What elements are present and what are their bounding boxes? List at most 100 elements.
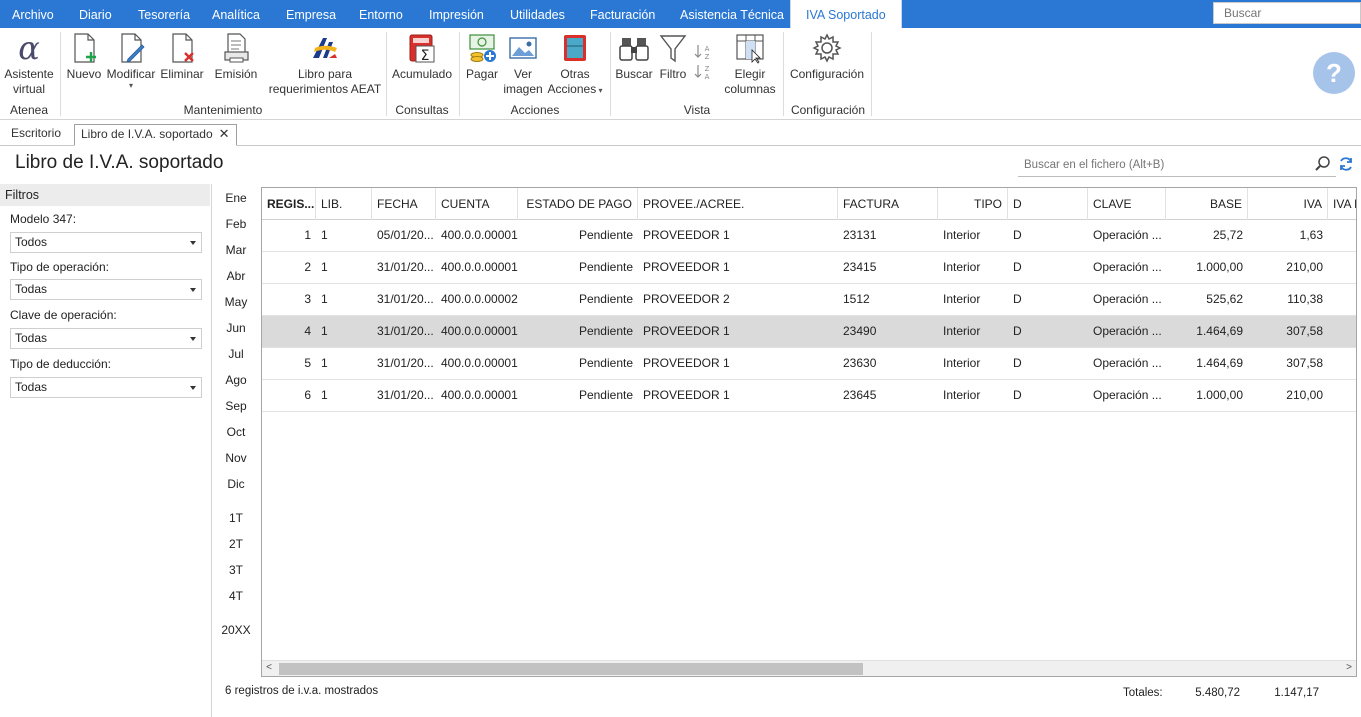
tipo-deduccion-select[interactable]: Todas <box>10 377 202 398</box>
column-header[interactable]: TIPO <box>938 188 1008 220</box>
menu-archivo[interactable]: Archivo <box>12 0 54 28</box>
totals-label: Totales: <box>1123 687 1163 699</box>
ver-imagen-label: Ver imagen <box>503 67 543 96</box>
table-cell: 3 <box>304 292 311 306</box>
buscar-button[interactable]: Buscar <box>614 32 654 82</box>
search-icon[interactable] <box>1314 155 1332 173</box>
column-header[interactable]: LIB. <box>316 188 372 220</box>
clave-operacion-select[interactable]: Todas <box>10 328 202 349</box>
column-header[interactable]: IVA D <box>1328 188 1356 220</box>
table-row[interactable]: 2 1 31/01/20... 400.0.0.00001 Pendiente PROVE… <box>262 252 1356 284</box>
top-search-input[interactable] <box>1213 2 1361 24</box>
refresh-icon[interactable] <box>1338 156 1354 172</box>
filtro-button[interactable]: Filtro <box>655 32 691 82</box>
tab-escritorio[interactable]: Escritorio <box>5 124 67 146</box>
tipo-operacion-select[interactable]: Todas <box>10 279 202 300</box>
document-tabs: Escritorio Libro de I.V.A. soportado ✕ <box>0 120 1361 146</box>
menu-facturacion[interactable]: Facturación <box>590 0 655 28</box>
horizontal-scrollbar[interactable]: < > <box>262 660 1356 676</box>
menu-tesoreria[interactable]: Tesorería <box>138 0 190 28</box>
otras-acciones-button[interactable]: Otras Acciones ▾ <box>545 32 605 98</box>
group-atenea-label: Atenea <box>9 103 49 117</box>
column-header[interactable]: FECHA <box>372 188 436 220</box>
records-status: 6 registros de i.v.a. mostrados <box>225 685 379 697</box>
filters-title: Filtros <box>0 184 210 206</box>
table-row[interactable]: 4 1 31/01/20... 400.0.0.00001 Pendiente PROVE… <box>262 316 1356 348</box>
scrollbar-thumb[interactable] <box>279 663 863 675</box>
scroll-right-icon[interactable]: > <box>1342 662 1356 673</box>
ver-imagen-button[interactable]: Ver imagen <box>502 32 544 97</box>
period-dic[interactable]: Dic <box>220 477 252 491</box>
table-cell: Pendiente <box>578 356 633 370</box>
table-cell: Interior <box>943 388 981 402</box>
column-header[interactable]: REGIS... <box>262 188 316 220</box>
table-row[interactable]: 5 1 31/01/20... 400.0.0.00001 Pendiente PROVE… <box>262 348 1356 380</box>
modelo-347-value: Todos <box>15 235 48 249</box>
table-cell: 1 <box>321 260 328 274</box>
period-jun[interactable]: Jun <box>220 321 252 335</box>
table-cell: Pendiente <box>578 324 633 338</box>
period-may[interactable]: May <box>220 295 252 309</box>
period-ago[interactable]: Ago <box>220 373 252 387</box>
period-abr[interactable]: Abr <box>220 269 252 283</box>
menu-asistencia-tecnica[interactable]: Asistencia Técnica <box>680 0 784 28</box>
table-cell: 210,00 <box>1286 388 1323 402</box>
acumulado-button[interactable]: Σ Acumulado <box>390 32 454 82</box>
tipo-deduccion-label: Tipo de deducción: <box>10 357 111 371</box>
period-year[interactable]: 20XX <box>220 623 252 637</box>
nuevo-button[interactable]: Nuevo <box>64 32 104 82</box>
menu-utilidades[interactable]: Utilidades <box>510 0 565 28</box>
configuracion-button[interactable]: Configuración <box>787 32 867 82</box>
column-header[interactable]: FACTURA <box>838 188 938 220</box>
scroll-left-icon[interactable]: < <box>262 662 276 673</box>
period-jul[interactable]: Jul <box>220 347 252 361</box>
table-row[interactable]: 1 1 05/01/20... 400.0.0.00001 Pendiente PROVE… <box>262 220 1356 252</box>
period-2t[interactable]: 2T <box>220 537 252 551</box>
period-feb[interactable]: Feb <box>220 217 252 231</box>
column-header[interactable]: D <box>1008 188 1088 220</box>
table-row[interactable]: 6 1 31/01/20... 400.0.0.00001 Pendiente PROVE… <box>262 380 1356 412</box>
period-1t[interactable]: 1T <box>220 511 252 525</box>
column-header[interactable]: BASE <box>1166 188 1248 220</box>
period-mar[interactable]: Mar <box>220 243 252 257</box>
period-3t[interactable]: 3T <box>220 563 252 577</box>
emision-button[interactable]: Emisión <box>213 32 259 82</box>
table-cell: Interior <box>943 324 981 338</box>
period-nov[interactable]: Nov <box>220 451 252 465</box>
eliminar-button[interactable]: Eliminar <box>159 32 205 82</box>
column-header[interactable]: PROVEE./ACREE. <box>638 188 838 220</box>
modelo-347-select[interactable]: Todos <box>10 232 202 253</box>
column-header[interactable]: CLAVE <box>1088 188 1166 220</box>
period-sep[interactable]: Sep <box>220 399 252 413</box>
elegir-columnas-button[interactable]: Elegir columnas <box>722 32 778 97</box>
column-header[interactable]: CUENTA <box>436 188 518 220</box>
close-icon[interactable]: ✕ <box>219 126 230 141</box>
menu-iva-soportado[interactable]: IVA Soportado <box>790 0 902 28</box>
column-header[interactable]: IVA <box>1248 188 1328 220</box>
modificar-button[interactable]: Modificar ▾ <box>104 32 158 90</box>
menu-empresa[interactable]: Empresa <box>286 0 336 28</box>
new-document-icon <box>74 33 96 63</box>
pagar-button[interactable]: Pagar <box>462 32 502 82</box>
table-row[interactable]: 3 1 31/01/20... 400.0.0.00002 Pendiente PROVE… <box>262 284 1356 316</box>
asistente-virtual-button[interactable]: α Asistente virtual <box>2 32 56 97</box>
help-icon[interactable]: ? <box>1313 52 1355 94</box>
table-cell: 400.0.0.00001 <box>441 324 518 338</box>
libro-aeat-button[interactable]: Libro para requerimientos AEAT <box>268 32 382 97</box>
ribbon: α Asistente virtual Nuevo Modificar ▾ El… <box>0 28 1361 120</box>
column-header[interactable]: ESTADO DE PAGO <box>518 188 638 220</box>
menu-entorno[interactable]: Entorno <box>359 0 403 28</box>
sort-buttons[interactable]: A Z Z A <box>692 42 714 85</box>
file-search-input[interactable] <box>1018 153 1336 177</box>
page-title: Libro de I.V.A. soportado <box>15 152 224 173</box>
menu-impresion[interactable]: Impresión <box>429 0 484 28</box>
menu-diario[interactable]: Diario <box>79 0 112 28</box>
table-cell: 1.464,69 <box>1196 324 1243 338</box>
period-oct[interactable]: Oct <box>220 425 252 439</box>
table-cell: D <box>1013 260 1022 274</box>
emision-label: Emisión <box>214 67 258 81</box>
period-ene[interactable]: Ene <box>220 191 252 205</box>
menu-analitica[interactable]: Analítica <box>212 0 260 28</box>
tab-libro-iva-soportado[interactable]: Libro de I.V.A. soportado ✕ <box>74 124 237 146</box>
period-4t[interactable]: 4T <box>220 589 252 603</box>
